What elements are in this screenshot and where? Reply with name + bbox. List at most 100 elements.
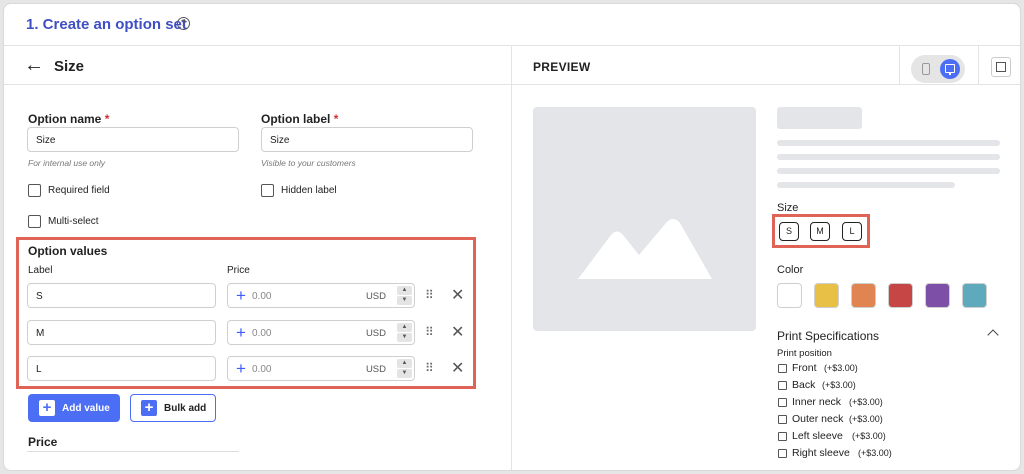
position-name: Front	[792, 362, 817, 374]
required-field-checkbox[interactable]	[28, 184, 41, 197]
bulk-add-button[interactable]: + Bulk add	[130, 394, 216, 422]
position-checkbox[interactable]	[778, 364, 787, 373]
desktop-icon[interactable]	[940, 59, 960, 79]
option-name-hint: For internal use only	[28, 158, 106, 168]
divider	[978, 46, 979, 85]
text-skeleton	[777, 182, 955, 188]
size-chip-s[interactable]: S	[779, 222, 799, 241]
position-checkbox[interactable]	[778, 398, 787, 407]
delete-value-icon[interactable]: ✕	[451, 361, 464, 377]
price-stepper[interactable]: ▲ ▼	[397, 323, 412, 342]
plus-icon: +	[141, 400, 157, 416]
mobile-icon[interactable]	[922, 63, 930, 75]
bulk-add-label: Bulk add	[164, 403, 207, 414]
position-price: (+$3.00)	[849, 397, 883, 407]
price-stepper[interactable]: ▲ ▼	[397, 359, 412, 378]
option-name-label: Option name *	[28, 112, 109, 126]
preview-header: PREVIEW	[512, 46, 1020, 85]
preview-size-label: Size	[777, 202, 799, 214]
value-label-input[interactable]: L	[27, 356, 216, 381]
required-marker: *	[104, 112, 110, 126]
color-swatch[interactable]	[962, 283, 987, 308]
divider	[899, 46, 900, 85]
currency-label: USD	[365, 328, 386, 339]
option-set-title: Size	[54, 58, 85, 75]
position-price: (+$3.00)	[858, 448, 892, 458]
price-placeholder: 0.00	[252, 364, 272, 375]
currency-label: USD	[365, 291, 386, 302]
drag-handle-icon[interactable]: ⠿	[425, 326, 435, 338]
option-name-input[interactable]: Size	[27, 127, 239, 152]
price-placeholder: 0.00	[252, 328, 272, 339]
position-checkbox[interactable]	[778, 415, 787, 424]
add-value-label: Add value	[62, 403, 110, 414]
plus-icon: +	[236, 286, 246, 305]
delete-value-icon[interactable]: ✕	[451, 325, 464, 341]
page-header: 1. Create an option set ?	[4, 4, 1020, 46]
back-arrow-icon[interactable]: ←	[24, 55, 44, 75]
color-swatch[interactable]	[777, 283, 802, 308]
delete-value-icon[interactable]: ✕	[451, 288, 464, 304]
color-swatch[interactable]	[814, 283, 839, 308]
option-label-label-text: Option label	[261, 112, 331, 126]
preview-panel: PREVIEW Size S M L Color Print Specifica…	[512, 46, 1020, 470]
value-label-input[interactable]: S	[27, 283, 216, 308]
value-price-input[interactable]: + 0.00 USD ▲ ▼	[227, 356, 415, 381]
option-values-title: Option values	[28, 244, 108, 258]
step-down-icon[interactable]: ▼	[397, 296, 412, 305]
position-price: (+$3.00)	[824, 363, 858, 373]
add-value-button[interactable]: + Add value	[28, 394, 120, 422]
plus-icon: +	[236, 359, 246, 378]
chevron-up-icon[interactable]	[987, 329, 999, 341]
preview-title: PREVIEW	[533, 60, 591, 74]
position-price: (+$3.00)	[822, 380, 856, 390]
price-column-header: Price	[227, 265, 250, 276]
position-name: Inner neck	[792, 396, 842, 408]
step-down-icon[interactable]: ▼	[397, 333, 412, 342]
position-name: Right sleeve	[792, 447, 850, 459]
price-input-partial[interactable]	[27, 451, 239, 455]
position-checkbox[interactable]	[778, 381, 787, 390]
text-skeleton	[777, 140, 1000, 146]
drag-handle-icon[interactable]: ⠿	[425, 362, 435, 374]
step-down-icon[interactable]: ▼	[397, 369, 412, 378]
price-section-title: Price	[28, 435, 58, 449]
multi-select-checkbox[interactable]	[28, 215, 41, 228]
text-skeleton	[777, 154, 1000, 160]
device-toggle[interactable]	[911, 55, 965, 83]
position-name: Outer neck	[792, 413, 844, 425]
position-name: Left sleeve	[792, 430, 843, 442]
currency-label: USD	[365, 364, 386, 375]
value-price-input[interactable]: + 0.00 USD ▲ ▼	[227, 320, 415, 345]
fullscreen-icon	[1001, 67, 1006, 72]
hidden-label-checkbox[interactable]	[261, 184, 274, 197]
step-up-icon[interactable]: ▲	[397, 286, 412, 295]
option-label-label: Option label *	[261, 112, 338, 126]
drag-handle-icon[interactable]: ⠿	[425, 289, 435, 301]
step-up-icon[interactable]: ▲	[397, 323, 412, 332]
multi-select-label: Multi-select	[48, 216, 99, 227]
size-chip-l[interactable]: L	[842, 222, 862, 241]
value-price-input[interactable]: + 0.00 USD ▲ ▼	[227, 283, 415, 308]
position-checkbox[interactable]	[778, 432, 787, 441]
plus-icon: +	[39, 400, 55, 416]
position-price: (+$3.00)	[852, 431, 886, 441]
product-image-placeholder	[533, 107, 756, 331]
color-swatch[interactable]	[851, 283, 876, 308]
step-up-icon[interactable]: ▲	[397, 359, 412, 368]
position-checkbox[interactable]	[778, 449, 787, 458]
option-label-hint: Visible to your customers	[261, 158, 356, 168]
option-label-input[interactable]: Size	[261, 127, 473, 152]
text-skeleton	[777, 168, 1000, 174]
position-name: Back	[792, 379, 816, 391]
value-label-input[interactable]: M	[27, 320, 216, 345]
app-frame: 1. Create an option set ? ← Size Option …	[3, 3, 1021, 471]
help-icon[interactable]: ?	[177, 17, 190, 30]
size-chip-m[interactable]: M	[810, 222, 830, 241]
color-swatch[interactable]	[888, 283, 913, 308]
color-swatch[interactable]	[925, 283, 950, 308]
price-stepper[interactable]: ▲ ▼	[397, 286, 412, 305]
fullscreen-button[interactable]	[991, 57, 1011, 77]
plus-icon: +	[236, 323, 246, 342]
position-price: (+$3.00)	[849, 414, 883, 424]
